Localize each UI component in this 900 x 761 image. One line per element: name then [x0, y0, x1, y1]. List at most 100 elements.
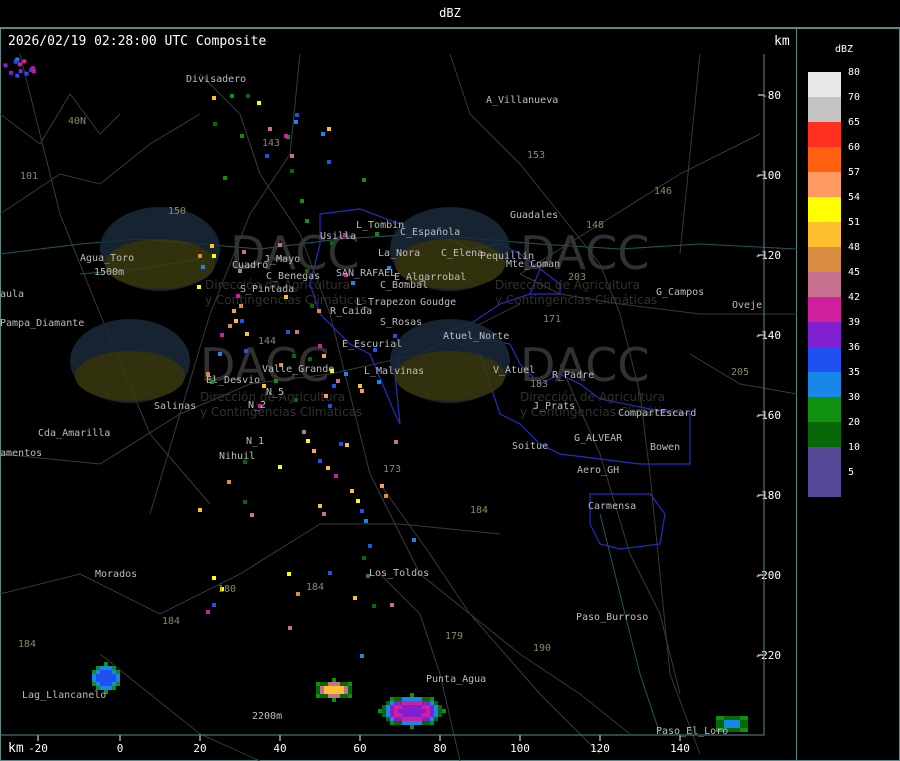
echo-pixel [294, 120, 298, 124]
echo-pixel [716, 716, 720, 720]
echo-pixel [213, 122, 217, 126]
echo-pixel [24, 71, 29, 76]
echo-pixel [438, 713, 442, 717]
radar-map[interactable]: DACC Dirección de Agricultura y Continge… [0, 54, 797, 761]
echo-pixel [390, 697, 394, 701]
x-tick-label: 80 [433, 742, 446, 755]
place-label: Los_Toldos [369, 568, 429, 579]
echo-pixel [348, 686, 352, 690]
echo-pixel [442, 709, 446, 713]
y-tick-label: -160 [755, 409, 782, 422]
place-label: N_5 [266, 387, 284, 398]
echo-pixel [332, 384, 336, 388]
echo-pixel [17, 62, 22, 67]
echo-pixel [317, 309, 321, 313]
echo-pixel [316, 690, 320, 694]
echo-pixel [728, 716, 732, 720]
echo-pixel [386, 705, 390, 709]
route-label: 183 [530, 379, 548, 390]
echo-pixel [322, 512, 326, 516]
route-label: 203 [568, 272, 586, 283]
echo-pixel [378, 709, 382, 713]
echo-pixel [108, 670, 112, 674]
echo-pixel [257, 101, 261, 105]
echo-pixel [390, 721, 394, 725]
echo-pixel [386, 713, 390, 717]
echo-pixel [406, 717, 410, 721]
echo-pixel [422, 709, 426, 713]
echo-pixel [434, 705, 438, 709]
echo-pixel [344, 682, 348, 686]
echo-pixel [406, 721, 410, 725]
echo-pixel [18, 69, 23, 74]
echo-pixel [104, 674, 108, 678]
legend-label: 54 [848, 192, 861, 203]
legend-swatch [808, 347, 841, 372]
echo-pixel [320, 682, 324, 686]
echo-pixel [418, 705, 422, 709]
echo-pixel [324, 394, 328, 398]
place-label: R_Padre [552, 370, 594, 381]
place-label: SAN_RAFAEL [336, 268, 396, 279]
place-label: N_1 [246, 436, 264, 447]
legend-label: 5 [848, 467, 855, 478]
route-label: 146 [654, 186, 672, 197]
place-label: G_Campos [656, 287, 704, 298]
echo-pixel [418, 701, 422, 705]
echo-pixel [736, 716, 740, 720]
echo-pixel [3, 63, 8, 68]
echo-pixel [390, 717, 394, 721]
echo-pixel [284, 134, 288, 138]
echo-pixel [328, 404, 332, 408]
legend-swatch [808, 197, 841, 222]
route-label: 144 [258, 336, 276, 347]
echo-pixel [112, 674, 116, 678]
echo-pixel [104, 662, 108, 666]
echo-pixel [340, 682, 344, 686]
echo-pixel [108, 686, 112, 690]
legend-label: 60 [848, 142, 861, 153]
echo-pixel [278, 243, 282, 247]
legend-label: 70 [848, 92, 861, 103]
echo-pixel [422, 701, 426, 705]
echo-pixel [318, 344, 322, 348]
echo-pixel [8, 70, 13, 75]
echo-pixel [418, 717, 422, 721]
echo-pixel [336, 379, 340, 383]
place-label: El_Desvio [206, 375, 260, 386]
echo-pixel [326, 466, 330, 470]
place-label: Guadales [510, 210, 558, 221]
legend-label: 35 [848, 367, 861, 378]
echo-pixel [318, 504, 322, 508]
echo-pixel [438, 709, 442, 713]
echo-pixel [344, 686, 348, 690]
echo-pixel [300, 199, 304, 203]
echo-pixel [724, 720, 728, 724]
echo-pixel [368, 544, 372, 548]
place-label: Morados [95, 569, 137, 580]
echo-pixel [728, 720, 732, 724]
echo-pixel [340, 694, 344, 698]
echo-pixel [295, 113, 299, 117]
echo-pixel [223, 176, 227, 180]
legend-swatch [808, 122, 841, 147]
echo-pixel [732, 728, 736, 732]
legend-label: 36 [848, 342, 861, 353]
x-tick-label: 20 [193, 742, 206, 755]
x-tick-label: 0 [117, 742, 124, 755]
echo-pixel [390, 713, 394, 717]
route-label: 171 [543, 314, 561, 325]
echo-pixel [290, 154, 294, 158]
x-tick-label: 100 [510, 742, 530, 755]
route-label: 153 [527, 150, 545, 161]
place-label: R_Caida [330, 306, 372, 317]
echo-pixel [308, 357, 312, 361]
echo-pixel [218, 352, 222, 356]
echo-pixel [412, 538, 416, 542]
echo-pixel [198, 508, 202, 512]
echo-pixel [305, 219, 309, 223]
echo-pixel [398, 705, 402, 709]
place-label: Carmensa [588, 501, 636, 512]
echo-pixel [410, 701, 414, 705]
echo-pixel [332, 682, 336, 686]
